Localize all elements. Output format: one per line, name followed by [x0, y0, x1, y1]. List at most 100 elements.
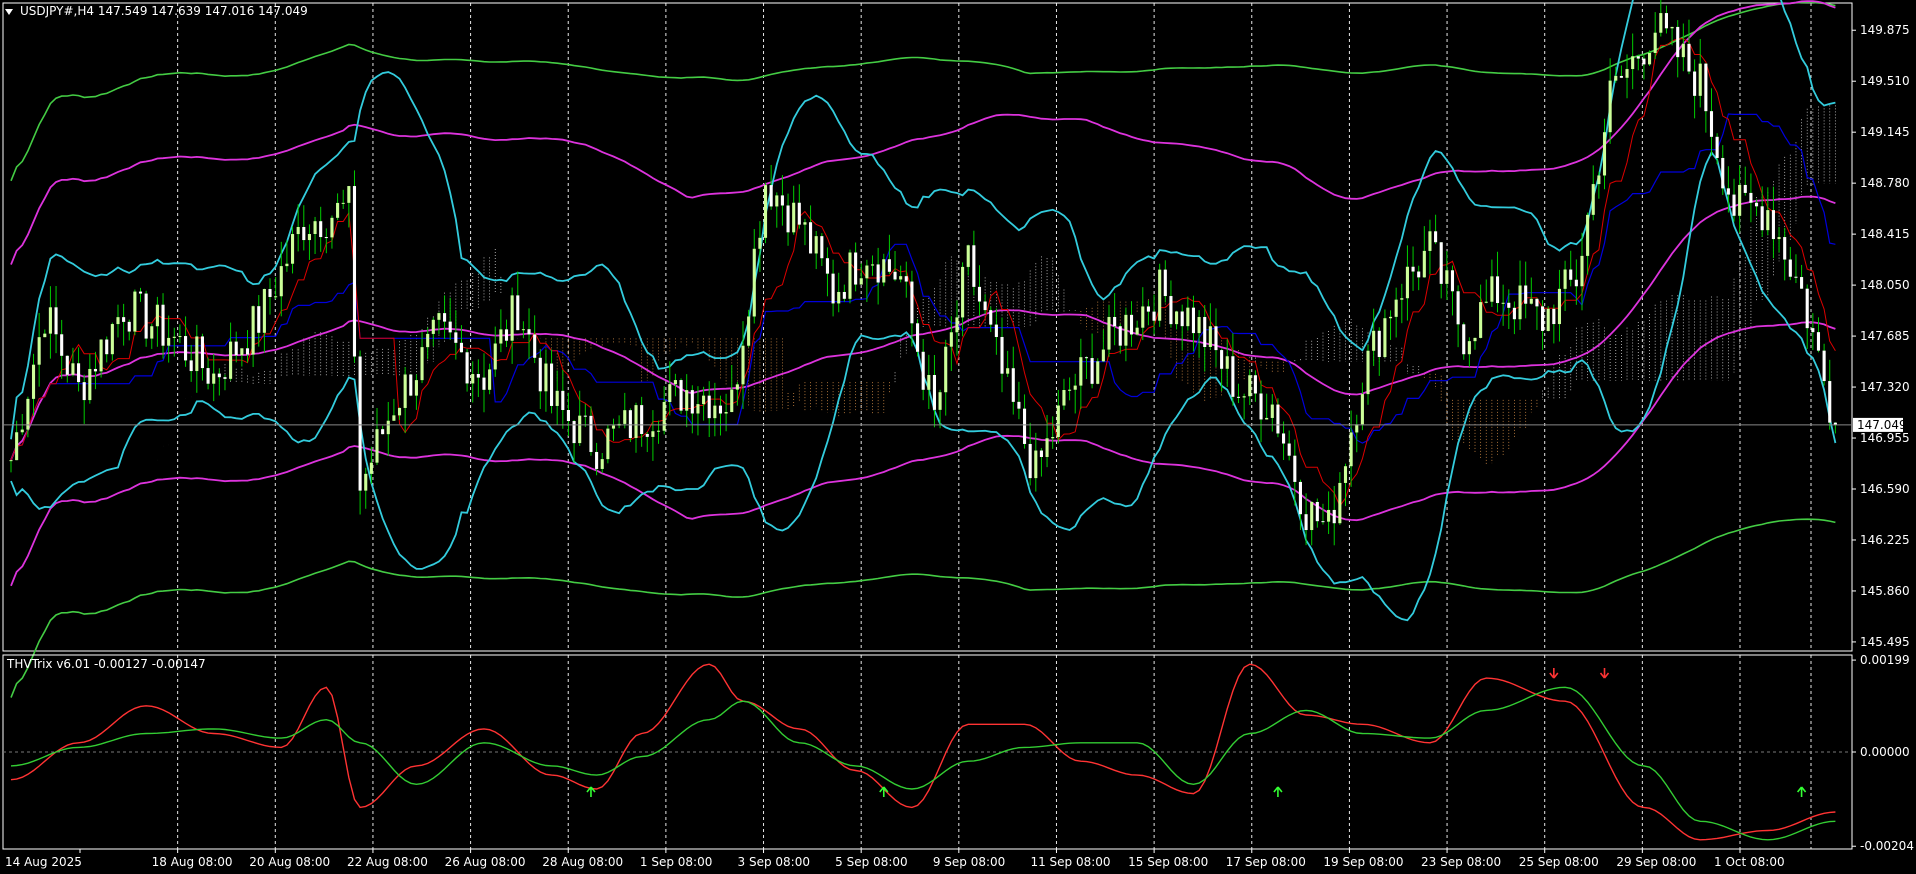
up-arrow-icon [1796, 786, 1807, 797]
candle-body [656, 430, 661, 432]
candle-body [673, 380, 677, 385]
candle-body [1439, 242, 1443, 284]
candle-body [1625, 69, 1629, 78]
candle-body [54, 307, 58, 335]
price-pane[interactable] [2, 0, 1853, 698]
candle-body [93, 368, 98, 372]
y-tick-label: 145.495 [1860, 635, 1910, 649]
candle-body [837, 291, 841, 304]
candle-body [645, 433, 649, 437]
candle-body [1372, 330, 1376, 351]
candle-body [493, 343, 497, 370]
x-tick-label: 26 Aug 08:00 [445, 855, 526, 869]
x-tick-label: 14 Aug 2025 [5, 855, 82, 869]
candle-body [578, 415, 582, 444]
candle-body [595, 451, 599, 469]
candle-body [561, 390, 565, 411]
candle-body [409, 374, 413, 396]
candle-body [780, 195, 784, 206]
candle-body [1828, 381, 1832, 423]
trix-pane[interactable] [2, 654, 1853, 850]
candle-body [324, 237, 328, 239]
candle-body [1203, 317, 1207, 347]
candle-body [150, 326, 154, 339]
x-tick-label: 23 Sep 08:00 [1421, 855, 1501, 869]
candle-body [989, 310, 993, 325]
candle-body [476, 374, 480, 378]
x-tick-label: 1 Oct 08:00 [1714, 855, 1785, 869]
candle-body [341, 202, 345, 204]
candle-body [944, 346, 948, 393]
candle-body [1743, 184, 1747, 193]
candle-body [882, 259, 886, 283]
candle-body [1293, 455, 1297, 482]
candle-body [1456, 291, 1460, 325]
candle-body [1236, 396, 1241, 398]
y-tick-label: 148.780 [1860, 176, 1910, 190]
candle-body [859, 278, 863, 285]
candle-body [274, 296, 278, 298]
candle-body [397, 407, 402, 416]
indicator-title: THVTrix v6.01 -0.00127 -0.00147 [6, 657, 206, 671]
candle-body [223, 377, 227, 379]
collapse-triangle-icon[interactable] [5, 9, 13, 15]
candle-body [184, 336, 188, 361]
candle-body [1726, 188, 1730, 195]
x-tick-label: 1 Sep 08:00 [640, 855, 712, 869]
candle-body [336, 202, 340, 218]
candle-body [133, 291, 137, 332]
candle-body [1794, 276, 1798, 278]
candle-body [43, 333, 47, 338]
candle-body [1028, 443, 1032, 479]
candle-body [212, 373, 216, 384]
candle-body [1298, 481, 1302, 515]
candle-body [865, 265, 869, 279]
candle-body [1816, 332, 1821, 351]
candle-body [966, 245, 970, 267]
candle-body [752, 248, 756, 317]
y-tick-label: 149.145 [1860, 125, 1910, 139]
candle-body [634, 405, 638, 438]
price-axis: 14 Aug 2025 18 Aug 08:00 20 Aug 08:00 22 Au… [5, 23, 1914, 869]
y-tick-label: 145.860 [1860, 584, 1910, 598]
candle-body [1450, 270, 1455, 292]
candle-body [77, 363, 81, 383]
candle-body [803, 222, 807, 225]
chart-canvas[interactable]: 14 Aug 2025 18 Aug 08:00 20 Aug 08:00 22 Au… [0, 0, 1916, 874]
candle-body [122, 317, 126, 322]
candle-body [893, 271, 897, 280]
candle-body [245, 348, 250, 355]
candle-body [848, 252, 852, 299]
candle-body [1321, 521, 1325, 523]
candle-body [640, 405, 644, 434]
candle-body [178, 336, 182, 338]
candle-body [347, 186, 351, 203]
candle-body [1405, 266, 1409, 299]
candle-body [1006, 368, 1010, 374]
x-tick-label: 17 Sep 08:00 [1226, 855, 1306, 869]
candle-body [465, 352, 469, 384]
candle-body [1507, 302, 1511, 308]
candle-body [1715, 136, 1719, 158]
candle-body [1659, 13, 1663, 33]
candle-body [296, 227, 300, 235]
candle-body [1366, 350, 1370, 395]
candle-body [899, 276, 903, 280]
candle-body [499, 329, 503, 344]
candle-body [1749, 192, 1753, 203]
candle-body [414, 380, 418, 396]
candle-body [1163, 269, 1167, 297]
candle-body [1529, 298, 1533, 304]
candle-body [1118, 326, 1122, 346]
candle-body [820, 236, 824, 259]
candle-body [1586, 214, 1590, 256]
candle-body [1636, 56, 1640, 59]
candle-body [1388, 316, 1393, 319]
candle-body [1231, 356, 1235, 397]
candle-body [1709, 111, 1714, 137]
candle-body [1580, 255, 1584, 287]
candle-body [1721, 157, 1725, 189]
candle-body [65, 355, 69, 375]
candle-body [854, 252, 858, 285]
candle-body [623, 410, 627, 424]
